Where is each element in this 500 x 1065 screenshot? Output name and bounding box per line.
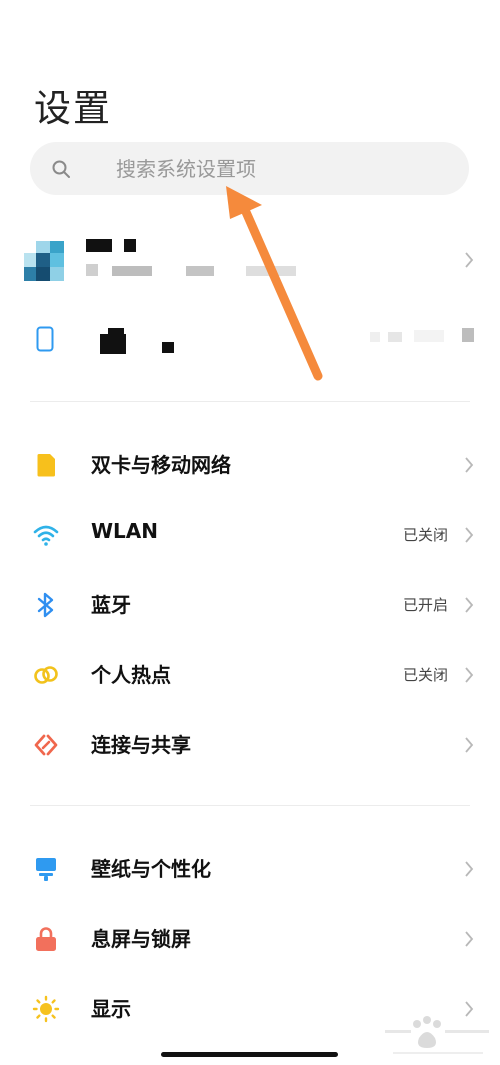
search-bar[interactable] — [30, 142, 469, 195]
bluetooth-icon — [37, 592, 54, 618]
sim-card-icon — [37, 454, 55, 477]
lock-icon — [36, 927, 56, 951]
settings-item-label: 个人热点 — [91, 663, 171, 687]
settings-item-label: 壁纸与个性化 — [91, 857, 211, 881]
settings-item-connect-share[interactable]: 连接与共享 — [0, 715, 500, 775]
settings-item-wallpaper[interactable]: 壁纸与个性化 — [0, 839, 500, 899]
settings-item-label: 显示 — [91, 997, 131, 1021]
wallpaper-icon — [36, 858, 56, 881]
chevron-right-icon — [465, 931, 474, 947]
redacted-device-name — [100, 328, 174, 354]
chevron-right-icon — [465, 1001, 474, 1017]
settings-item-dual-sim[interactable]: 双卡与移动网络 — [0, 435, 500, 495]
divider — [30, 805, 470, 806]
redacted-account-info — [86, 239, 296, 276]
chevron-right-icon — [465, 457, 474, 473]
settings-item-hotspot[interactable]: 个人热点 已关闭 — [0, 645, 500, 705]
chevron-right-icon — [465, 597, 474, 613]
chevron-right-icon — [465, 252, 474, 268]
connect-share-icon — [34, 734, 58, 756]
settings-item-status: 已关闭 — [402, 526, 448, 544]
wifi-icon — [33, 525, 59, 546]
settings-item-label: 息屏与锁屏 — [91, 927, 191, 951]
settings-item-display[interactable]: 显示 — [0, 979, 500, 1039]
home-indicator[interactable] — [161, 1052, 338, 1057]
settings-item-status: 已开启 — [402, 596, 448, 614]
device-row[interactable] — [0, 310, 500, 380]
chevron-right-icon — [465, 861, 474, 877]
chevron-right-icon — [465, 667, 474, 683]
settings-item-label: 双卡与移动网络 — [91, 453, 231, 477]
search-icon — [52, 160, 70, 178]
settings-item-wlan[interactable]: WLAN 已关闭 — [0, 505, 500, 565]
phone-icon — [36, 326, 54, 352]
search-input[interactable] — [116, 152, 456, 185]
settings-item-status: 已关闭 — [402, 666, 448, 684]
settings-item-label: WLAN — [91, 519, 159, 543]
pixelated-avatar-icon — [24, 241, 64, 281]
settings-item-label: 连接与共享 — [91, 733, 191, 757]
redacted-device-status — [370, 328, 474, 342]
settings-item-bluetooth[interactable]: 蓝牙 已开启 — [0, 575, 500, 635]
divider — [30, 401, 470, 402]
hotspot-icon — [34, 666, 58, 684]
sun-icon — [32, 995, 60, 1023]
chevron-right-icon — [465, 527, 474, 543]
account-row[interactable] — [0, 235, 500, 305]
chevron-right-icon — [465, 737, 474, 753]
settings-item-label: 蓝牙 — [91, 593, 131, 617]
settings-item-lock-screen[interactable]: 息屏与锁屏 — [0, 909, 500, 969]
page-title: 设置 — [34, 87, 112, 130]
